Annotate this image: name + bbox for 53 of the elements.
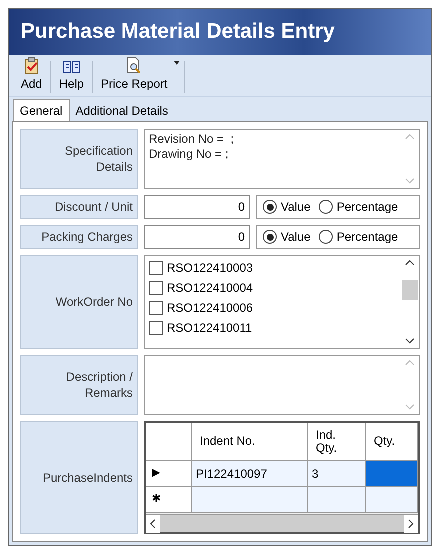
- radio-button[interactable]: [318, 230, 333, 244]
- row-header[interactable]: ✱: [146, 487, 192, 512]
- grid-cell[interactable]: [366, 487, 418, 512]
- field-label: Specification Details: [20, 129, 138, 189]
- tab[interactable]: General: [13, 99, 70, 121]
- radio-button[interactable]: [263, 200, 277, 214]
- dropdown-caret-icon[interactable]: [174, 61, 180, 65]
- field-label: WorkOrder No: [20, 255, 138, 349]
- checkbox[interactable]: [149, 301, 163, 315]
- checkbox[interactable]: [149, 281, 163, 295]
- scroll-left-icon[interactable]: [146, 514, 160, 532]
- amount-input-field[interactable]: 0: [144, 195, 250, 219]
- work-order-number: RSO122410011: [167, 320, 252, 337]
- scrollbar-thumb[interactable]: [402, 280, 418, 300]
- toolbar-button[interactable]: Add: [17, 57, 46, 93]
- scroll-down-icon[interactable]: [405, 338, 415, 344]
- work-order-number: RSO122410003: [167, 260, 254, 277]
- column-header[interactable]: Indent No.: [192, 423, 308, 460]
- grid-cell[interactable]: PI122410097: [192, 461, 308, 486]
- field-label: Description / Remarks: [20, 355, 138, 415]
- field-label: PurchaseIndents: [20, 421, 138, 534]
- radio-option[interactable]: Percentage: [318, 228, 398, 246]
- column-header[interactable]: Ind. Qty.: [308, 423, 366, 460]
- radio-option[interactable]: Value: [263, 228, 311, 246]
- row-header[interactable]: ▶: [146, 461, 192, 486]
- horizontal-scrollbar[interactable]: [146, 514, 418, 532]
- field-label: Discount / Unit: [20, 195, 138, 219]
- clipboard-check-icon: [22, 57, 41, 75]
- row-marker: ✱: [152, 492, 161, 508]
- work-order-number: RSO122410006: [167, 300, 254, 317]
- window-title: Purchase Material Details Entry: [21, 19, 335, 46]
- work-order-checklist[interactable]: RSO122410003 RSO122410004 RSO122410006 RSO122410011: [144, 255, 420, 349]
- toolbar-button[interactable]: Price Report: [97, 57, 172, 93]
- scroll-right-icon[interactable]: [404, 514, 418, 532]
- grid-cell[interactable]: 3: [308, 461, 366, 486]
- checkbox[interactable]: [149, 261, 163, 275]
- checkbox[interactable]: [149, 321, 163, 335]
- radio-button[interactable]: [318, 200, 333, 214]
- row-marker: ▶: [152, 466, 160, 482]
- toolbar-button[interactable]: Help: [55, 59, 88, 93]
- magnifier-document-icon: [125, 57, 144, 75]
- amount-input-field[interactable]: 0: [144, 225, 250, 249]
- radio-option[interactable]: Percentage: [318, 198, 398, 216]
- work-order-number: RSO122410004: [167, 280, 254, 297]
- scroll-up-icon[interactable]: [405, 260, 415, 266]
- grid-cell[interactable]: [308, 487, 366, 512]
- grid-cell[interactable]: [366, 461, 418, 486]
- grid-cell[interactable]: [192, 487, 308, 512]
- radio-option[interactable]: Value: [263, 198, 311, 216]
- column-header[interactable]: Qty.: [366, 423, 418, 460]
- radio-button[interactable]: [263, 230, 277, 244]
- field-label: Packing Charges: [20, 225, 138, 249]
- book-icon: [62, 59, 81, 75]
